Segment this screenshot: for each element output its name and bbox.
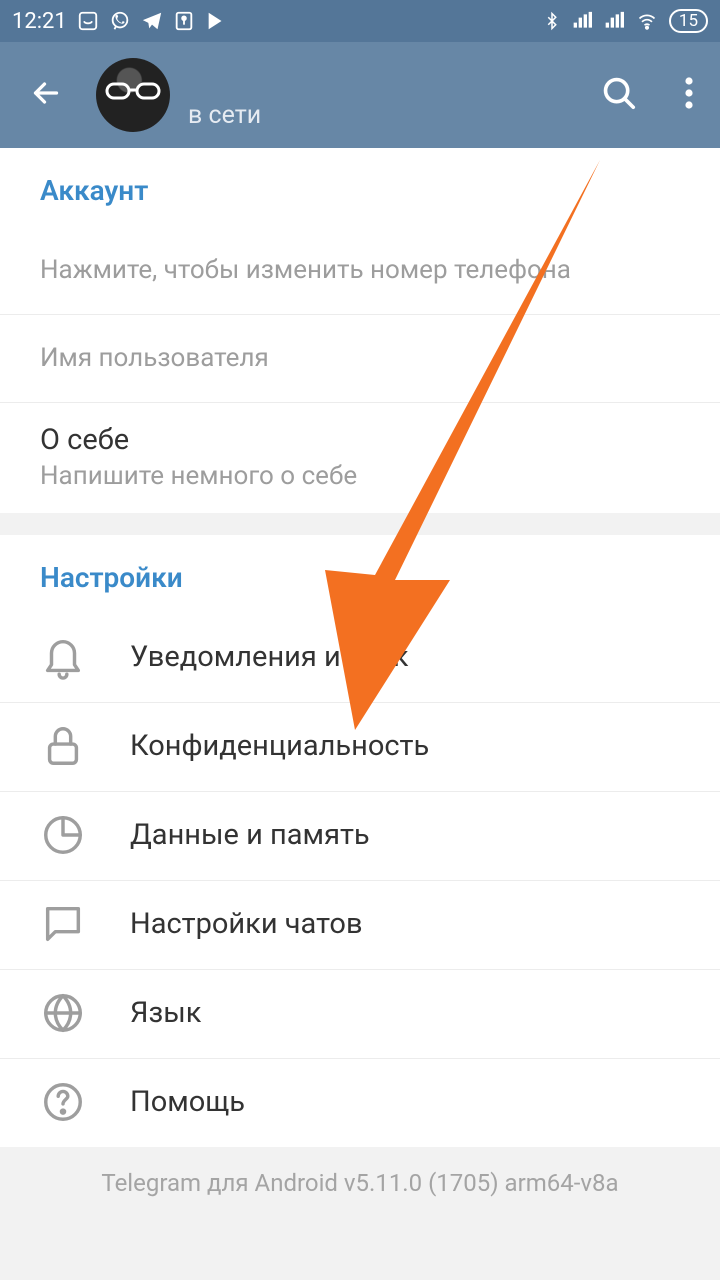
account-section: Аккаунт Нажмите, чтобы изменить номер те…: [0, 148, 720, 513]
phone-row[interactable]: Нажмите, чтобы изменить номер телефона: [0, 227, 720, 315]
globe-icon: [40, 990, 86, 1036]
app-header: в сети: [0, 42, 720, 148]
signal-icon: [571, 11, 593, 31]
phone-hint: Нажмите, чтобы изменить номер телефона: [40, 255, 571, 285]
settings-item-help[interactable]: Помощь: [0, 1059, 720, 1147]
username-row[interactable]: Имя пользователя: [0, 315, 720, 403]
settings-item-label: Конфиденциальность: [130, 729, 429, 763]
help-icon: [40, 1079, 86, 1125]
settings-item-notifications[interactable]: Уведомления и звук: [0, 614, 720, 703]
settings-item-label: Уведомления и звук: [130, 640, 409, 674]
settings-section-title: Настройки: [0, 535, 720, 614]
search-button[interactable]: [594, 68, 644, 122]
play-store-icon: [205, 10, 227, 32]
bio-hint: Напишите немного о себе: [40, 461, 357, 491]
wifi-icon: [635, 11, 659, 31]
signal-sim2-icon: [603, 11, 625, 31]
bio-row[interactable]: О себе Напишите немного о себе: [0, 403, 720, 513]
account-section-title: Аккаунт: [0, 148, 720, 227]
status-bar: 12:21 15: [0, 0, 720, 42]
settings-item-label: Язык: [130, 996, 201, 1030]
avatar[interactable]: [96, 58, 170, 132]
settings-item-language[interactable]: Язык: [0, 970, 720, 1059]
settings-item-label: Данные и память: [130, 818, 370, 852]
settings-section: Настройки Уведомления и звук Конфиденциа…: [0, 535, 720, 1147]
bio-label: О себе: [40, 423, 357, 457]
settings-item-label: Настройки чатов: [130, 907, 363, 941]
settings-item-chat[interactable]: Настройки чатов: [0, 881, 720, 970]
telegram-icon: [141, 10, 163, 32]
app-notification-icon: [77, 10, 99, 32]
chat-bubble-icon: [40, 901, 86, 947]
bluetooth-icon: [543, 10, 561, 32]
profile-status: в сети: [188, 101, 261, 130]
whatsapp-icon: [109, 10, 131, 32]
settings-item-label: Помощь: [130, 1085, 245, 1119]
back-button[interactable]: [20, 67, 72, 123]
pie-chart-icon: [40, 812, 86, 858]
status-time: 12:21: [12, 9, 67, 34]
battery-indicator: 15: [669, 9, 708, 33]
settings-item-data[interactable]: Данные и память: [0, 792, 720, 881]
more-menu-button[interactable]: [678, 69, 700, 121]
maps-icon: [173, 10, 195, 32]
lock-icon: [40, 723, 86, 769]
version-label: Telegram для Android v5.11.0 (1705) arm6…: [0, 1147, 720, 1219]
bell-icon: [40, 634, 86, 680]
settings-item-privacy[interactable]: Конфиденциальность: [0, 703, 720, 792]
username-label: Имя пользователя: [40, 343, 269, 373]
